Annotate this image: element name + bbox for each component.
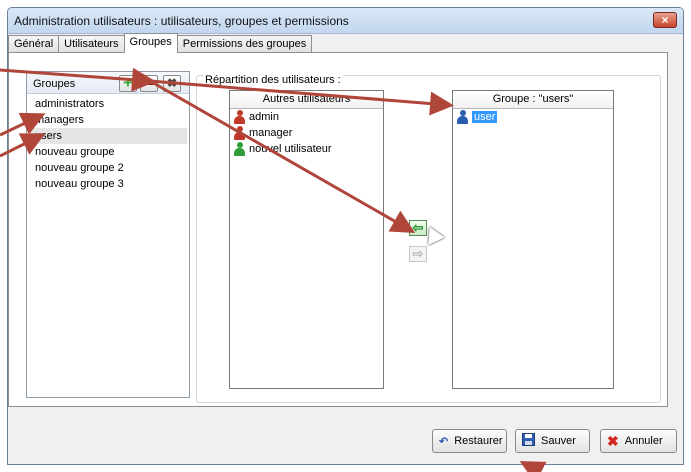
minus-icon [144, 81, 154, 85]
tab-bar: Général Utilisateurs Groupes Permissions… [8, 33, 313, 53]
groups-panel: Groupes + ✖ administrators managers user… [26, 71, 190, 398]
user-row-admin[interactable]: admin [230, 109, 383, 125]
cancel-label: Annuler [624, 435, 663, 447]
user-blue-icon [457, 110, 468, 124]
distribution-title: Répartition des utilisateurs : [203, 74, 343, 86]
tab-groups[interactable]: Groupes [123, 33, 178, 53]
save-button[interactable]: Sauver [515, 429, 590, 453]
undo-icon: ↶ [439, 435, 449, 448]
tab-users[interactable]: Utilisateurs [58, 35, 125, 53]
group-item-administrators[interactable]: administrators [29, 96, 187, 112]
user-row-nouvel-utilisateur[interactable]: nouvel utilisateur [230, 141, 383, 157]
user-name: manager [249, 127, 293, 139]
remove-group-button[interactable] [140, 75, 158, 92]
group-item-users[interactable]: users [29, 128, 187, 144]
groups-label: Groupes [33, 78, 76, 90]
user-row-manager[interactable]: manager [230, 125, 383, 141]
delete-group-button[interactable]: ✖ [163, 75, 181, 92]
add-group-button[interactable]: + [119, 74, 137, 92]
user-row-user[interactable]: user [453, 109, 613, 125]
tab-general[interactable]: Général [8, 35, 60, 53]
group-item-nouveau-groupe-3[interactable]: nouveau groupe 3 [29, 176, 187, 192]
group-list: administrators managers users nouveau gr… [29, 96, 187, 192]
other-users-header: Autres utilisateurs [230, 91, 383, 109]
annotation-arrow [519, 461, 547, 472]
tab-group-permissions[interactable]: Permissions des groupes [176, 35, 313, 53]
other-users-list[interactable]: Autres utilisateurs admin manager nouvel… [229, 90, 384, 389]
user-name: nouvel utilisateur [249, 143, 332, 155]
save-label: Sauver [541, 435, 576, 447]
user-name-selected: user [472, 111, 498, 123]
group-members-list[interactable]: Groupe : "users" user [452, 90, 614, 389]
group-item-managers[interactable]: managers [29, 112, 187, 128]
window-title: Administration utilisateurs : utilisateu… [14, 14, 349, 28]
groups-header: Groupes + ✖ [27, 72, 189, 94]
user-name: admin [249, 111, 279, 123]
restore-label: Restaurer [454, 435, 503, 447]
user-green-icon [234, 142, 245, 156]
close-button[interactable]: × [653, 12, 677, 28]
user-red-icon [234, 110, 245, 124]
group-item-nouveau-groupe-2[interactable]: nouveau groupe 2 [29, 160, 187, 176]
group-members-header: Groupe : "users" [453, 91, 613, 109]
group-item-nouveau-groupe[interactable]: nouveau groupe [29, 144, 187, 160]
cancel-button[interactable]: ✖ Annuler [600, 429, 677, 453]
floppy-disk-icon [522, 433, 535, 449]
restore-button[interactable]: ↶ Restaurer [432, 429, 507, 453]
title-bar: Administration utilisateurs : utilisateu… [8, 8, 683, 34]
user-red-icon [234, 126, 245, 140]
red-x-icon: ✖ [607, 432, 619, 449]
move-to-group-button[interactable]: ⇨ [409, 246, 427, 262]
